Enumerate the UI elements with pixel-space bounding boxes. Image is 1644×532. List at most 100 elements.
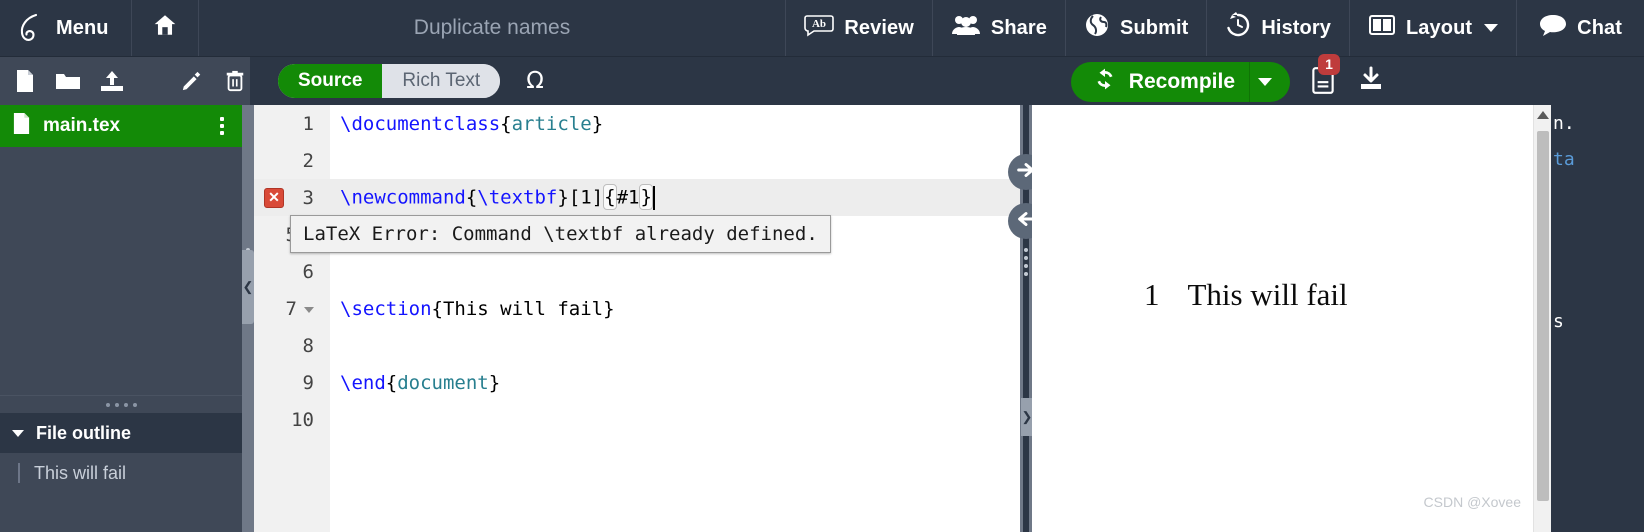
globe-icon bbox=[1084, 12, 1110, 44]
submit-label: Submit bbox=[1120, 16, 1189, 39]
split-panel-icon bbox=[1368, 13, 1396, 43]
chevron-down-icon bbox=[12, 429, 24, 437]
code-text: \section{This will fail} bbox=[330, 298, 615, 320]
tab-source[interactable]: Source bbox=[278, 64, 383, 98]
file-outline-title: File outline bbox=[36, 422, 132, 443]
code-token: { bbox=[603, 184, 617, 210]
svg-text:Ab: Ab bbox=[812, 18, 826, 30]
pdf-section-title: This will fail bbox=[1187, 277, 1348, 312]
code-token: } bbox=[591, 112, 604, 135]
code-line[interactable]: 2 bbox=[254, 142, 1020, 179]
code-token: { bbox=[465, 186, 478, 208]
code-text: \end{document} bbox=[330, 372, 500, 394]
file-tree-resize-handle[interactable] bbox=[0, 395, 242, 413]
code-token: article bbox=[511, 112, 592, 135]
logs-button[interactable]: 1 bbox=[1310, 53, 1340, 99]
home-button[interactable] bbox=[132, 0, 199, 56]
code-line[interactable]: 6 bbox=[254, 253, 1020, 290]
code-text: \documentclass{article} bbox=[330, 113, 603, 135]
compile-actions-group: Recompile 1 bbox=[1070, 53, 1644, 106]
scroll-up-arrow-icon[interactable] bbox=[1536, 111, 1549, 119]
outline-item-label: This will fail bbox=[34, 462, 127, 483]
pencil-icon[interactable] bbox=[177, 66, 207, 96]
code-token: document bbox=[397, 371, 489, 394]
code-token: } bbox=[488, 371, 501, 394]
file-tree-empty-area bbox=[0, 147, 242, 395]
code-token: \section bbox=[340, 297, 432, 320]
new-folder-icon[interactable] bbox=[54, 66, 84, 96]
pdf-section-heading: 1 This will fail bbox=[1144, 277, 1348, 313]
code-text: \newcommand{\textbf}[1]{#1} bbox=[330, 184, 655, 210]
kebab-menu-icon[interactable] bbox=[214, 113, 230, 139]
layout-button[interactable]: Layout bbox=[1350, 0, 1518, 56]
code-line[interactable]: 9 \end{document} bbox=[254, 364, 1020, 401]
code-line[interactable]: 8 bbox=[254, 327, 1020, 364]
file-tree-panel: main.tex File outline This will fail bbox=[0, 105, 242, 532]
code-token: } bbox=[639, 184, 653, 210]
logs-error-badge: 1 bbox=[1318, 53, 1340, 75]
code-fold-icon[interactable] bbox=[304, 306, 314, 313]
code-token: { bbox=[500, 112, 512, 135]
error-marker-icon[interactable]: ✕ bbox=[264, 187, 284, 208]
code-line[interactable]: 7 \section{This will fail} bbox=[254, 290, 1020, 327]
line-number: 9 bbox=[302, 371, 314, 394]
review-button[interactable]: Ab Review bbox=[786, 0, 933, 56]
line-number: 2 bbox=[302, 149, 314, 172]
review-ab-bubble-icon: Ab bbox=[804, 13, 835, 43]
file-tree-item-main-tex[interactable]: main.tex bbox=[0, 105, 242, 147]
submit-button[interactable]: Submit bbox=[1066, 0, 1208, 56]
history-button[interactable]: History bbox=[1207, 0, 1350, 56]
code-line[interactable]: ✕ 3 \newcommand{\textbf}[1]{#1} bbox=[254, 179, 1020, 216]
recompile-dropdown-button[interactable] bbox=[1249, 61, 1290, 102]
editor-mode-group: Source Rich Text Ω bbox=[250, 64, 544, 98]
scrollbar-thumb[interactable] bbox=[1537, 131, 1549, 501]
offscreen-text-fragment: ta bbox=[1553, 149, 1575, 170]
code-token: { bbox=[385, 371, 398, 394]
file-outline-header[interactable]: File outline bbox=[0, 413, 242, 453]
top-navigation-bar: Menu Duplicate names Ab Review Share Sub… bbox=[0, 0, 1644, 56]
code-token: \textbf bbox=[477, 186, 558, 208]
file-outline-empty-area bbox=[0, 493, 242, 532]
code-token: }[1] bbox=[557, 186, 604, 208]
outline-indent-bar bbox=[18, 463, 20, 483]
code-editor[interactable]: 1 \documentclass{article} 2 ✕ 3 \newcommand{\… bbox=[254, 105, 1020, 532]
menu-button[interactable]: Menu bbox=[0, 0, 132, 56]
upload-icon[interactable] bbox=[97, 66, 127, 96]
symbol-palette-button[interactable]: Ω bbox=[526, 68, 544, 94]
share-button[interactable]: Share bbox=[933, 0, 1066, 56]
home-icon bbox=[152, 12, 178, 44]
chat-bubble-icon bbox=[1539, 13, 1567, 43]
code-token: #1 bbox=[616, 186, 640, 208]
source-richtext-toggle[interactable]: Source Rich Text bbox=[278, 64, 501, 98]
code-line[interactable]: 10 bbox=[254, 401, 1020, 438]
pdf-preview-panel[interactable]: 1 This will fail CSDN @Xovee bbox=[1032, 105, 1533, 532]
file-actions-group bbox=[0, 56, 250, 106]
history-label: History bbox=[1261, 16, 1331, 39]
refresh-icon bbox=[1093, 67, 1117, 97]
download-pdf-icon[interactable] bbox=[1358, 66, 1384, 97]
project-title-area[interactable]: Duplicate names bbox=[199, 0, 787, 56]
preview-scrollbar[interactable] bbox=[1533, 105, 1551, 532]
recompile-button[interactable]: Recompile bbox=[1070, 61, 1249, 102]
editor-toolbar: Source Rich Text Ω Recompile 1 bbox=[0, 53, 1644, 106]
chat-button[interactable]: Chat bbox=[1517, 0, 1644, 56]
code-line[interactable]: 1 \documentclass{article} bbox=[254, 105, 1020, 142]
new-file-icon[interactable] bbox=[10, 66, 40, 96]
file-tree-collapse-handle[interactable]: ❮ bbox=[242, 250, 254, 324]
trash-icon[interactable] bbox=[220, 66, 250, 96]
chat-label: Chat bbox=[1577, 16, 1622, 39]
overleaf-editor-window: Menu Duplicate names Ab Review Share Sub… bbox=[0, 0, 1644, 532]
offscreen-text-fragment: n. bbox=[1553, 113, 1575, 134]
line-number: 7 bbox=[254, 298, 330, 320]
outline-item-this-will-fail[interactable]: This will fail bbox=[0, 453, 242, 493]
chevron-down-icon bbox=[1484, 24, 1499, 32]
review-label: Review bbox=[844, 16, 914, 39]
pdf-page: 1 This will fail CSDN @Xovee bbox=[1032, 105, 1533, 532]
overleaf-logo-icon bbox=[16, 13, 44, 43]
logs-icon bbox=[1310, 66, 1336, 99]
file-name-label: main.tex bbox=[43, 115, 121, 136]
share-label: Share bbox=[990, 16, 1047, 39]
watermark: CSDN @Xovee bbox=[1423, 494, 1521, 510]
tab-rich-text[interactable]: Rich Text bbox=[382, 64, 501, 98]
people-icon bbox=[951, 13, 981, 43]
